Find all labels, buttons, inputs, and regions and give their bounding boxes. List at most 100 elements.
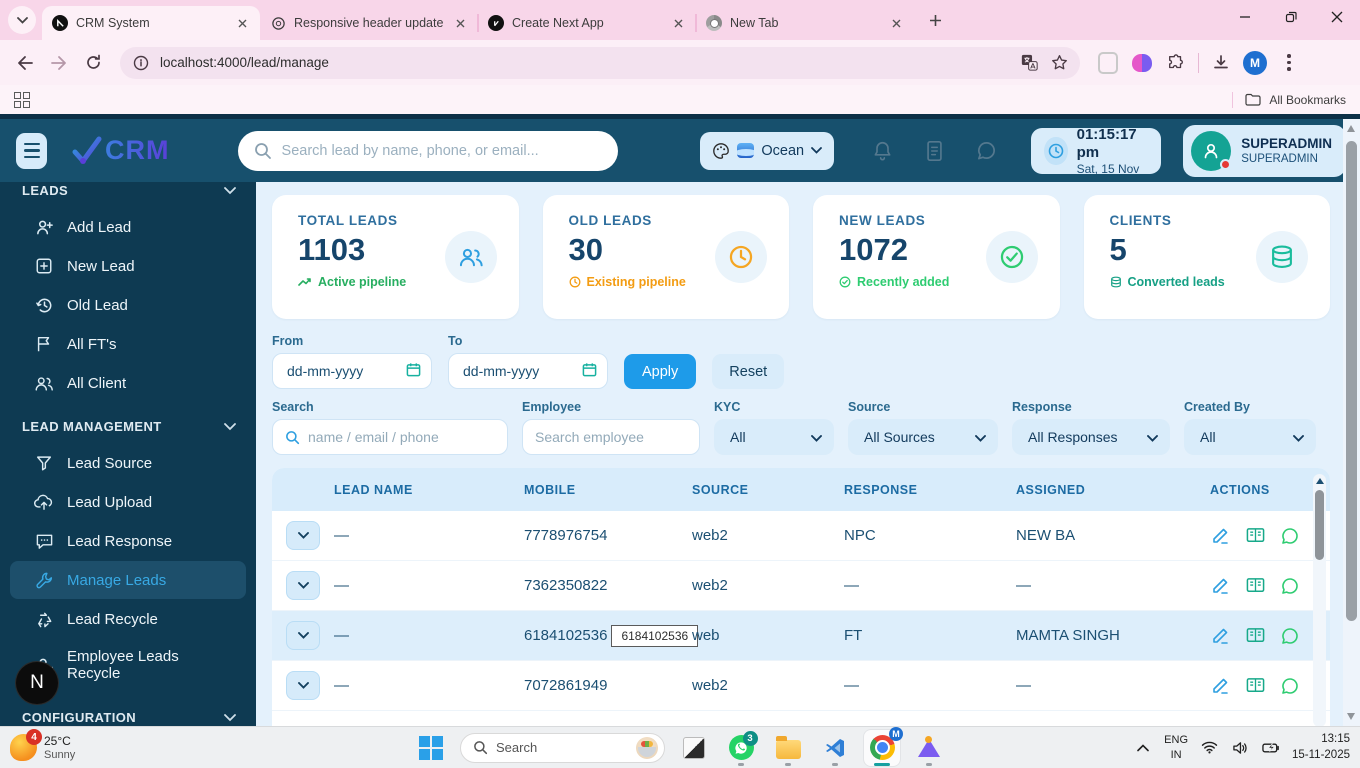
lead-search-bar[interactable] bbox=[238, 131, 619, 171]
url-text[interactable]: localhost:4000/lead/manage bbox=[160, 55, 1010, 70]
window-minimize-button[interactable] bbox=[1222, 0, 1268, 34]
translate-icon[interactable] bbox=[1018, 52, 1040, 74]
whatsapp-chat-icon[interactable] bbox=[1280, 676, 1300, 696]
sidebar-item-new-lead[interactable]: New Lead bbox=[10, 247, 246, 285]
nextjs-dev-badge[interactable]: N bbox=[16, 662, 58, 704]
tab-close-icon[interactable] bbox=[888, 15, 904, 31]
sidebar-item-lead-recycle[interactable]: Lead Recycle bbox=[10, 600, 246, 638]
sidebar-section-configuration[interactable]: CONFIGURATION bbox=[10, 701, 246, 726]
reset-button[interactable]: Reset bbox=[712, 354, 784, 389]
expand-row-button[interactable] bbox=[286, 571, 320, 600]
sidebar-item-manage-leads[interactable]: Manage Leads bbox=[10, 561, 246, 599]
scroll-up-arrow[interactable] bbox=[1316, 478, 1324, 484]
whatsapp-chat-icon[interactable] bbox=[1280, 526, 1300, 546]
sidebar-toggle-button[interactable] bbox=[16, 133, 47, 169]
edit-icon[interactable] bbox=[1210, 576, 1230, 596]
taskbar-app-chrome[interactable]: M bbox=[864, 730, 900, 766]
tray-clock[interactable]: 13:15 15-11-2025 bbox=[1292, 732, 1350, 763]
theme-selector[interactable]: Ocean bbox=[700, 132, 834, 170]
language-indicator[interactable]: ENG IN bbox=[1164, 733, 1188, 762]
edit-icon[interactable] bbox=[1210, 626, 1230, 646]
lead-search-input[interactable] bbox=[282, 143, 603, 159]
created-by-select[interactable]: All bbox=[1184, 419, 1316, 455]
to-date-input[interactable]: dd-mm-yyyy bbox=[448, 353, 608, 389]
tab-search-button[interactable] bbox=[8, 6, 36, 34]
browser-tab-create-next-app[interactable]: Create Next App bbox=[478, 6, 696, 40]
browser-profile-avatar[interactable]: M bbox=[1243, 51, 1267, 75]
details-book-icon[interactable] bbox=[1245, 626, 1265, 646]
extension-disabled-icon[interactable] bbox=[1096, 51, 1120, 75]
expand-row-button[interactable] bbox=[286, 621, 320, 650]
window-close-button[interactable] bbox=[1314, 0, 1360, 34]
tab-close-icon[interactable] bbox=[234, 15, 250, 31]
tab-close-icon[interactable] bbox=[670, 15, 686, 31]
all-bookmarks-button[interactable]: All Bookmarks bbox=[1232, 92, 1346, 108]
reload-button[interactable] bbox=[78, 48, 108, 78]
sidebar-item-lead-upload[interactable]: Lead Upload bbox=[10, 483, 246, 521]
whatsapp-chat-icon[interactable] bbox=[1280, 626, 1300, 646]
start-button[interactable] bbox=[413, 730, 449, 766]
response-select[interactable]: All Responses bbox=[1012, 419, 1170, 455]
browser-tab-new-tab[interactable]: New Tab bbox=[696, 6, 914, 40]
taskbar-app-vscode[interactable] bbox=[817, 730, 853, 766]
sidebar-section-lead-management[interactable]: LEAD MANAGEMENT bbox=[10, 410, 246, 443]
weather-widget[interactable]: 4 25°C Sunny bbox=[10, 734, 75, 761]
sidebar-section-leads[interactable]: LEADS bbox=[10, 182, 246, 207]
edit-icon[interactable] bbox=[1210, 676, 1230, 696]
user-profile-chip[interactable]: SUPERADMIN SUPERADMIN bbox=[1183, 125, 1346, 177]
sidebar-item-add-lead[interactable]: Add Lead bbox=[10, 208, 246, 246]
search-input[interactable] bbox=[308, 429, 495, 445]
sidebar-item-old-lead[interactable]: Old Lead bbox=[10, 286, 246, 324]
forward-button[interactable] bbox=[44, 48, 74, 78]
employee-field[interactable] bbox=[522, 419, 700, 455]
scroll-up-arrow[interactable] bbox=[1347, 125, 1355, 132]
notifications-bell-icon[interactable] bbox=[872, 138, 894, 164]
battery-icon[interactable] bbox=[1261, 738, 1281, 758]
details-book-icon[interactable] bbox=[1245, 676, 1265, 696]
clock-widget[interactable]: 01:15:17 pm Sat, 15 Nov bbox=[1031, 128, 1161, 174]
table-scrollbar[interactable] bbox=[1313, 474, 1326, 726]
scroll-down-arrow[interactable] bbox=[1347, 713, 1355, 720]
wifi-icon[interactable] bbox=[1199, 738, 1219, 758]
site-info-icon[interactable] bbox=[130, 52, 152, 74]
new-tab-button[interactable] bbox=[922, 7, 948, 33]
scrollbar-thumb[interactable] bbox=[1315, 490, 1324, 560]
tray-chevron-up-icon[interactable] bbox=[1133, 738, 1153, 758]
tab-close-icon[interactable] bbox=[452, 15, 468, 31]
employee-input[interactable] bbox=[535, 429, 716, 445]
page-scrollbar[interactable] bbox=[1343, 119, 1360, 726]
browser-menu-icon[interactable] bbox=[1277, 51, 1301, 75]
bookmark-star-icon[interactable] bbox=[1048, 52, 1070, 74]
window-restore-button[interactable] bbox=[1268, 0, 1314, 34]
documents-icon[interactable] bbox=[924, 138, 946, 164]
back-button[interactable] bbox=[10, 48, 40, 78]
scrollbar-thumb[interactable] bbox=[1346, 141, 1357, 621]
downloads-icon[interactable] bbox=[1209, 51, 1233, 75]
expand-row-button[interactable] bbox=[286, 521, 320, 550]
brain-extension-icon[interactable] bbox=[1130, 51, 1154, 75]
browser-tab-responsive-header[interactable]: Responsive header update bbox=[260, 6, 478, 40]
taskbar-app-snip[interactable] bbox=[676, 730, 712, 766]
taskbar-app-explorer[interactable] bbox=[770, 730, 806, 766]
expand-row-button[interactable] bbox=[286, 671, 320, 700]
apply-button[interactable]: Apply bbox=[624, 354, 696, 389]
address-bar[interactable]: localhost:4000/lead/manage bbox=[120, 47, 1080, 79]
details-book-icon[interactable] bbox=[1245, 526, 1265, 546]
chat-icon[interactable] bbox=[976, 138, 998, 164]
sidebar-item-all-client[interactable]: All Client bbox=[10, 364, 246, 402]
whatsapp-chat-icon[interactable] bbox=[1280, 576, 1300, 596]
edit-icon[interactable] bbox=[1210, 526, 1230, 546]
search-field[interactable] bbox=[272, 419, 508, 455]
sidebar-item-lead-response[interactable]: Lead Response bbox=[10, 522, 246, 560]
taskbar-app-whatsapp[interactable]: 3 bbox=[723, 730, 759, 766]
details-book-icon[interactable] bbox=[1245, 576, 1265, 596]
extensions-puzzle-icon[interactable] bbox=[1164, 51, 1188, 75]
sidebar-item-all-fts[interactable]: All FT's bbox=[10, 325, 246, 363]
calendar-icon[interactable] bbox=[406, 362, 421, 380]
kyc-select[interactable]: All bbox=[714, 419, 834, 455]
calendar-icon[interactable] bbox=[582, 362, 597, 380]
taskbar-search[interactable]: Search bbox=[460, 733, 665, 763]
browser-tab-crm[interactable]: CRM System bbox=[42, 6, 260, 40]
taskbar-app-mountain[interactable] bbox=[911, 730, 947, 766]
source-select[interactable]: All Sources bbox=[848, 419, 998, 455]
